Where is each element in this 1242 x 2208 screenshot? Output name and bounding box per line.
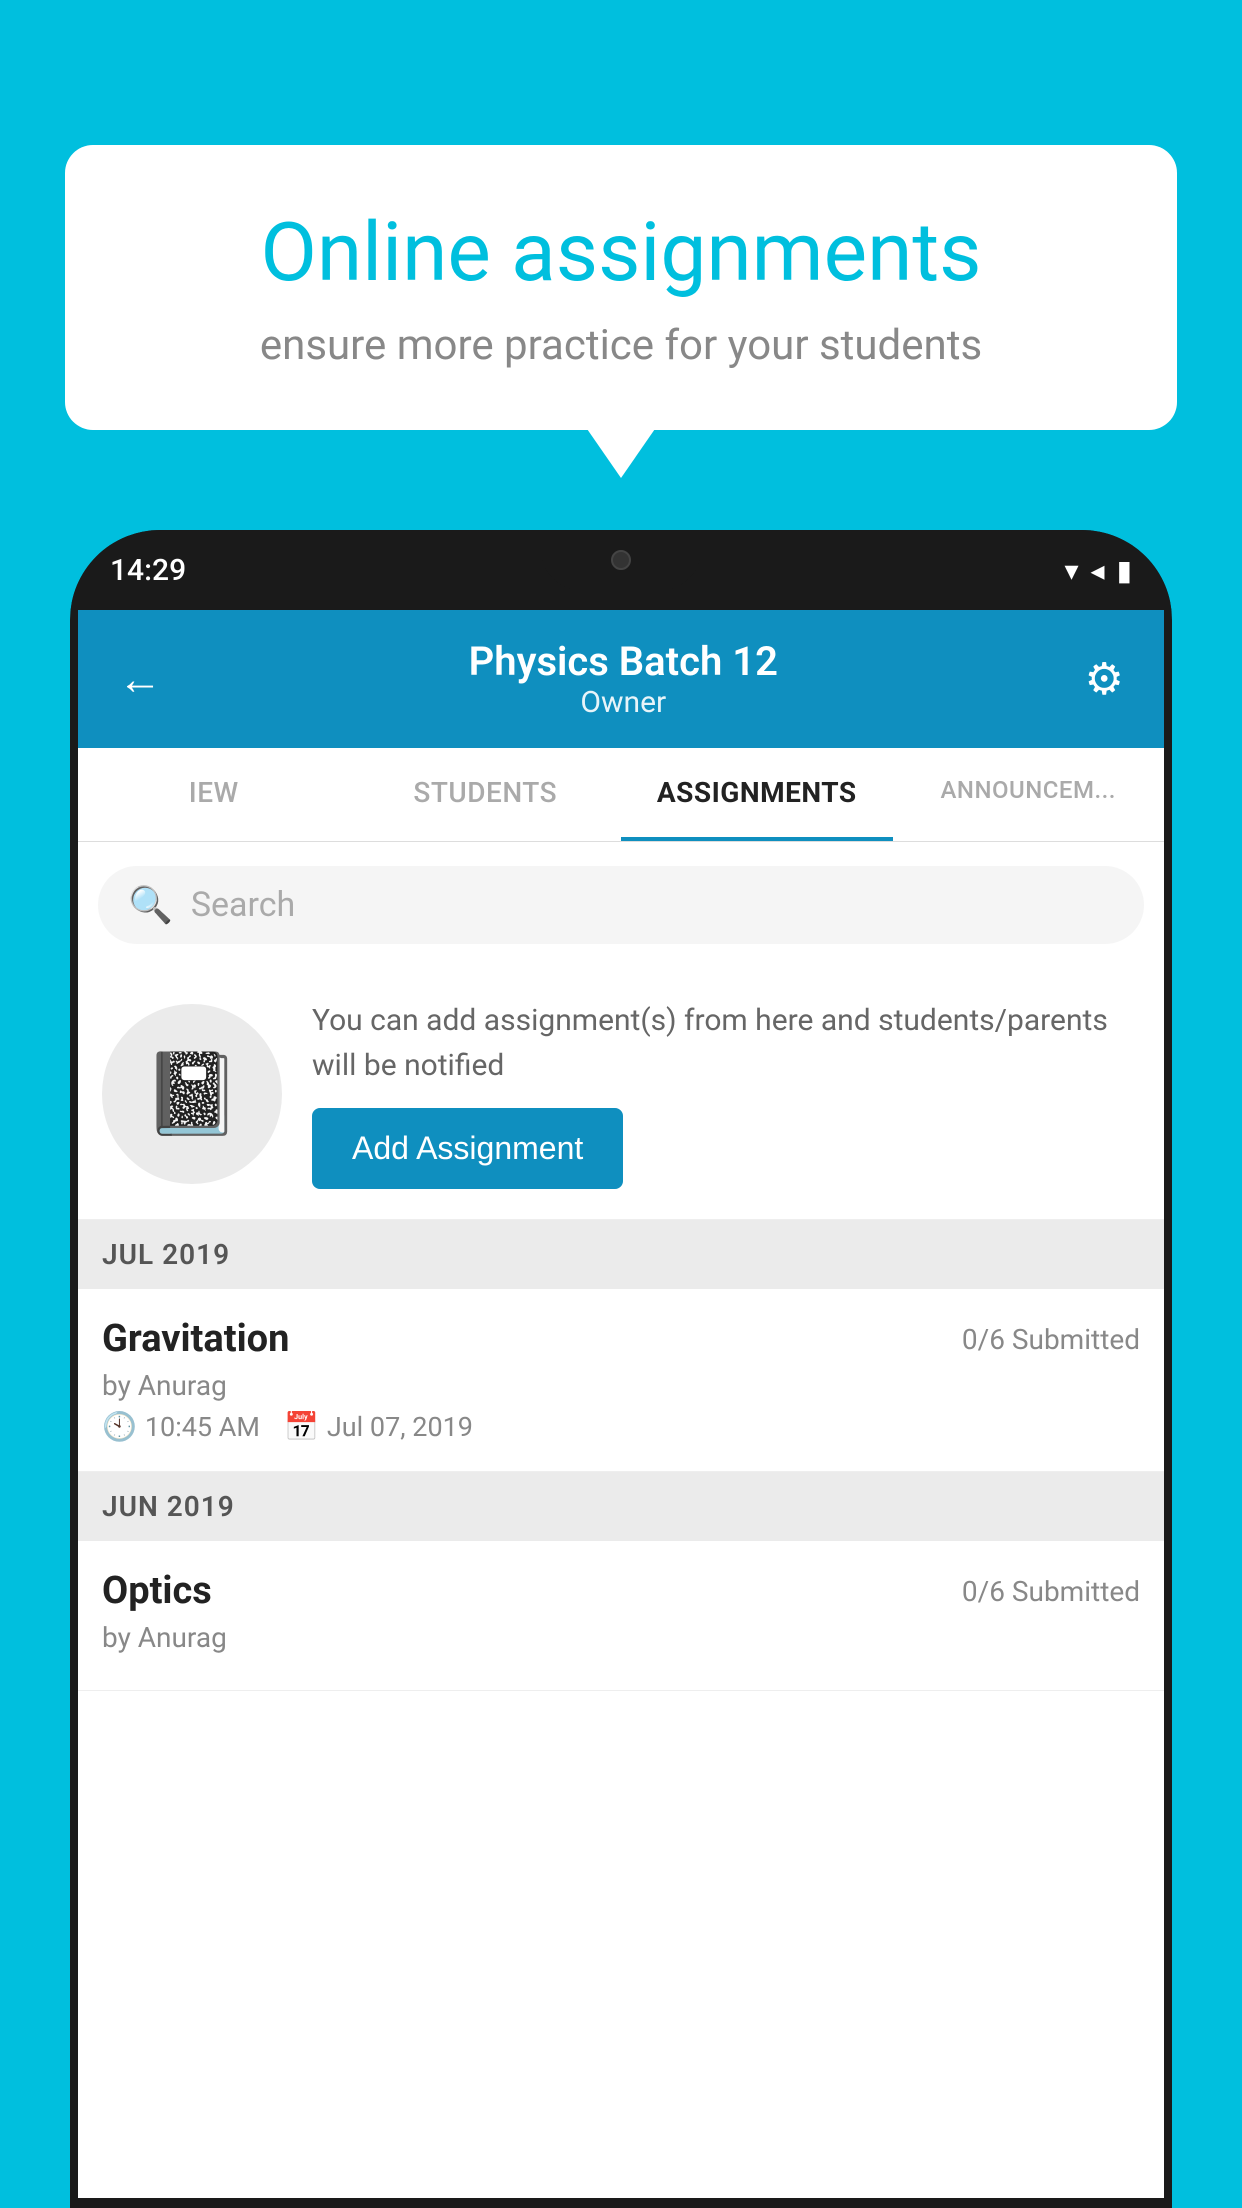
tab-assignments[interactable]: ASSIGNMENTS bbox=[621, 748, 893, 841]
header-center: Physics Batch 12 Owner bbox=[469, 638, 778, 720]
section-header-jun-text: JUN 2019 bbox=[102, 1490, 235, 1523]
battery-icon: ▮ bbox=[1117, 554, 1132, 587]
assignment-item-optics[interactable]: Optics 0/6 Submitted by Anurag bbox=[78, 1541, 1164, 1691]
assignment-submitted-gravitation: 0/6 Submitted bbox=[962, 1323, 1140, 1356]
assignment-date-value: Jul 07, 2019 bbox=[327, 1411, 473, 1443]
back-button[interactable]: ← bbox=[118, 653, 162, 705]
assignment-meta-gravitation: 🕙 10:45 AM 📅 Jul 07, 2019 bbox=[102, 1410, 1140, 1443]
status-bar: 14:29 ▾ ◂ ▮ bbox=[70, 530, 1172, 610]
section-header-jun: JUN 2019 bbox=[78, 1472, 1164, 1541]
speech-bubble-container: Online assignments ensure more practice … bbox=[65, 145, 1177, 430]
tab-iew[interactable]: IEW bbox=[78, 748, 350, 841]
section-header-jul-text: JUL 2019 bbox=[102, 1238, 230, 1271]
wifi-icon: ▾ bbox=[1064, 554, 1078, 587]
assignment-by-optics: by Anurag bbox=[102, 1621, 1140, 1654]
assignment-date-gravitation: 📅 Jul 07, 2019 bbox=[284, 1410, 473, 1443]
search-icon: 🔍 bbox=[128, 884, 173, 926]
assignment-time-gravitation: 🕙 10:45 AM bbox=[102, 1410, 260, 1443]
search-placeholder: Search bbox=[191, 885, 295, 925]
assignment-top-row-optics: Optics 0/6 Submitted bbox=[102, 1569, 1140, 1613]
notebook-icon: 📓 bbox=[142, 1047, 242, 1141]
add-assignment-right: You can add assignment(s) from here and … bbox=[312, 998, 1140, 1189]
assignment-icon-circle: 📓 bbox=[102, 1004, 282, 1184]
header-title: Physics Batch 12 bbox=[469, 638, 778, 685]
add-assignment-button[interactable]: Add Assignment bbox=[312, 1108, 623, 1189]
phone-notch bbox=[541, 530, 701, 590]
clock-icon: 🕙 bbox=[102, 1410, 137, 1443]
phone-screen: ← Physics Batch 12 Owner ⚙ IEW STUDENTS … bbox=[78, 610, 1164, 2198]
app-header: ← Physics Batch 12 Owner ⚙ bbox=[78, 610, 1164, 748]
tab-students[interactable]: STUDENTS bbox=[350, 748, 622, 841]
status-icons: ▾ ◂ ▮ bbox=[1064, 554, 1132, 587]
assignment-name-gravitation: Gravitation bbox=[102, 1317, 289, 1361]
settings-icon[interactable]: ⚙ bbox=[1085, 653, 1124, 705]
tabs-container: IEW STUDENTS ASSIGNMENTS ANNOUNCEM... bbox=[78, 748, 1164, 842]
section-header-jul: JUL 2019 bbox=[78, 1220, 1164, 1289]
assignment-item-gravitation[interactable]: Gravitation 0/6 Submitted by Anurag 🕙 10… bbox=[78, 1289, 1164, 1472]
assignment-time-value: 10:45 AM bbox=[145, 1411, 260, 1443]
content-area: 🔍 Search 📓 You can add assignment(s) fro… bbox=[78, 842, 1164, 1691]
assignment-by-gravitation: by Anurag bbox=[102, 1369, 1140, 1402]
header-subtitle: Owner bbox=[469, 685, 778, 720]
assignment-top-row: Gravitation 0/6 Submitted bbox=[102, 1317, 1140, 1361]
bubble-title: Online assignments bbox=[135, 205, 1107, 301]
tab-announcements[interactable]: ANNOUNCEM... bbox=[893, 748, 1165, 841]
bubble-subtitle: ensure more practice for your students bbox=[135, 321, 1107, 370]
phone-frame: 14:29 ▾ ◂ ▮ ← Physics Batch 12 Owner ⚙ I… bbox=[70, 530, 1172, 2208]
assignment-submitted-optics: 0/6 Submitted bbox=[962, 1575, 1140, 1608]
add-assignment-description: You can add assignment(s) from here and … bbox=[312, 998, 1140, 1088]
status-time: 14:29 bbox=[110, 553, 186, 588]
calendar-icon: 📅 bbox=[284, 1410, 319, 1443]
signal-icon: ◂ bbox=[1091, 554, 1105, 587]
add-assignment-section: 📓 You can add assignment(s) from here an… bbox=[78, 968, 1164, 1220]
front-camera bbox=[611, 550, 631, 570]
assignment-name-optics: Optics bbox=[102, 1569, 212, 1613]
speech-bubble: Online assignments ensure more practice … bbox=[65, 145, 1177, 430]
search-bar[interactable]: 🔍 Search bbox=[98, 866, 1144, 944]
